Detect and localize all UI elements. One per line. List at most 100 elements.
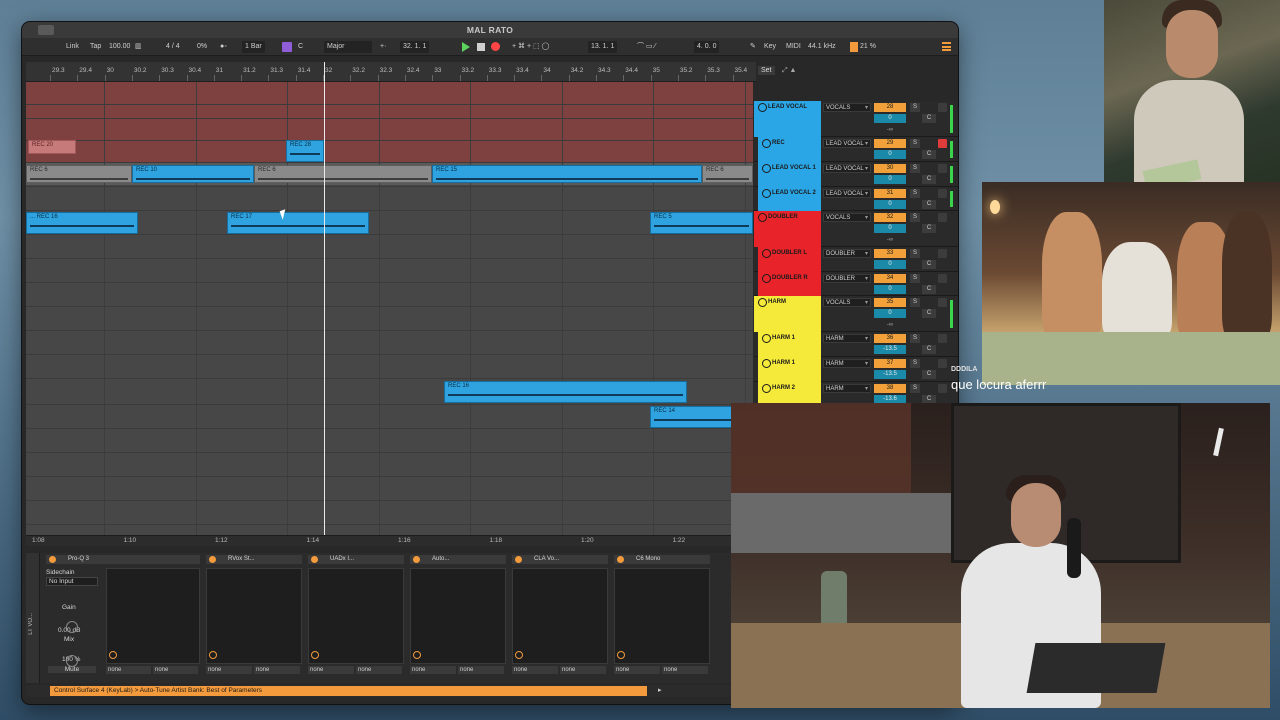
mixer-track-row[interactable]: HARM 1HARM36 -13.5 SC bbox=[754, 332, 958, 357]
track-number[interactable]: 33 bbox=[874, 249, 906, 258]
sidechain-select[interactable]: none bbox=[560, 666, 606, 674]
pan-center-button[interactable]: C bbox=[922, 260, 936, 269]
draw-mode-icon[interactable]: ✎ bbox=[750, 41, 756, 53]
record-icon[interactable] bbox=[491, 42, 500, 51]
track-volume[interactable]: 0 bbox=[874, 309, 906, 318]
device-panel[interactable] bbox=[308, 568, 404, 664]
key-root-select[interactable]: C bbox=[298, 41, 303, 53]
mute-button[interactable]: Mute bbox=[48, 666, 96, 673]
record-arm-button[interactable] bbox=[938, 213, 947, 222]
clip-rec-16[interactable]: ... REC 16 bbox=[26, 212, 138, 234]
clip-rec-6[interactable]: REC 6 bbox=[26, 165, 132, 183]
track-name[interactable]: HARM bbox=[754, 296, 821, 332]
device-header[interactable]: CLA Vo... bbox=[512, 555, 608, 564]
playhead[interactable] bbox=[324, 62, 325, 538]
track-volume[interactable]: 0 bbox=[874, 285, 906, 294]
track-volume[interactable]: 0 bbox=[874, 224, 906, 233]
track-output-routing[interactable]: HARM bbox=[823, 359, 871, 369]
track-number[interactable]: 28 bbox=[874, 103, 906, 112]
solo-button[interactable]: S bbox=[910, 334, 920, 343]
scale-icon[interactable] bbox=[282, 42, 292, 52]
sidechain-input-select[interactable]: No Input bbox=[46, 577, 98, 586]
gain-knob-icon[interactable] bbox=[66, 621, 78, 633]
track-volume[interactable]: 0 bbox=[874, 150, 906, 159]
macro-knob-icon[interactable] bbox=[617, 651, 625, 659]
mixer-track-row[interactable]: LEAD VOCAL 1LEAD VOCAL30 0SC bbox=[754, 162, 958, 187]
solo-button[interactable]: S bbox=[910, 298, 920, 307]
track-volume[interactable]: -13.5 bbox=[874, 370, 906, 379]
mixer-track-row[interactable]: DOUBLER RDOUBLER34 0SC bbox=[754, 272, 958, 296]
tempo-field[interactable]: 100.00 bbox=[109, 41, 130, 53]
sidechain-select[interactable]: none bbox=[410, 666, 456, 674]
track-name[interactable]: REC bbox=[758, 137, 821, 162]
device-panel[interactable] bbox=[106, 568, 200, 664]
mixer-track-row[interactable]: RECLEAD VOCAL29 0SC bbox=[754, 137, 958, 162]
device-panel[interactable] bbox=[512, 568, 608, 664]
record-arm-button[interactable] bbox=[938, 249, 947, 258]
solo-button[interactable]: S bbox=[910, 189, 920, 198]
clip-rec-20[interactable]: REC 20 bbox=[28, 140, 76, 154]
track-name[interactable]: HARM 2 bbox=[758, 382, 821, 405]
track-name[interactable]: HARM 1 bbox=[758, 357, 821, 382]
link-button[interactable]: Link bbox=[66, 41, 79, 53]
arrangement-view[interactable]: REC 20 REC 28 REC 6 REC 10 REC 6 REC 15 … bbox=[26, 82, 753, 535]
record-arm-button[interactable] bbox=[938, 274, 947, 283]
bar-ruler[interactable]: 29.3 29.4 30 30.2 30.3 30.4 31 31.2 31.3 31.4 32 32… bbox=[26, 62, 756, 82]
track-number[interactable]: 35 bbox=[874, 298, 906, 307]
mixer-track-row[interactable]: HARM 1HARM37 -13.5 SC bbox=[754, 357, 958, 382]
mix-knob-icon[interactable] bbox=[66, 655, 78, 667]
clip-rec-15[interactable]: REC 15 bbox=[432, 165, 702, 183]
loop-start-field[interactable]: 13. 1. 1 bbox=[588, 41, 618, 53]
track-number[interactable]: 37 bbox=[874, 359, 906, 368]
overdub-icon[interactable]: + ⌘ + ⬚ ◯ bbox=[512, 41, 549, 53]
mixer-track-row[interactable]: LEAD VOCALVOCALS28 0SC -∞ bbox=[754, 101, 958, 137]
key-map-button[interactable]: Key bbox=[764, 41, 776, 53]
position-field[interactable]: 32. 1. 1 bbox=[400, 41, 430, 53]
pan-center-button[interactable]: C bbox=[922, 200, 936, 209]
device-power-icon[interactable] bbox=[515, 556, 522, 563]
device-power-icon[interactable] bbox=[617, 556, 624, 563]
record-arm-button[interactable] bbox=[938, 334, 947, 343]
track-number[interactable]: 34 bbox=[874, 274, 906, 283]
device-header[interactable]: RVox St... bbox=[206, 555, 302, 564]
track-output-routing[interactable]: DOUBLER bbox=[823, 249, 871, 259]
time-ruler[interactable]: 1:08 1:10 1:12 1:14 1:16 1:18 1:20 1:22 bbox=[26, 535, 753, 546]
record-arm-button[interactable] bbox=[938, 189, 947, 198]
track-volume[interactable]: -13.5 bbox=[874, 345, 906, 354]
macro-knob-icon[interactable] bbox=[413, 651, 421, 659]
follow-icon[interactable]: ●◦ bbox=[220, 41, 227, 53]
solo-button[interactable]: S bbox=[910, 164, 920, 173]
track-volume[interactable]: 0 bbox=[874, 175, 906, 184]
device-panel[interactable] bbox=[614, 568, 710, 664]
record-arm-button[interactable] bbox=[938, 298, 947, 307]
macro-knob-icon[interactable] bbox=[109, 651, 117, 659]
clip-rec-5[interactable]: REC 5 bbox=[650, 212, 753, 234]
mixer-track-row[interactable]: HARM 2HARM38-13.6SC bbox=[754, 382, 958, 405]
track-output-routing[interactable]: DOUBLER bbox=[823, 274, 871, 284]
status-arrow-icon[interactable]: ▸ bbox=[658, 686, 662, 694]
sidechain-select[interactable]: none bbox=[512, 666, 558, 674]
record-arm-button[interactable] bbox=[938, 384, 947, 393]
track-number[interactable]: 38 bbox=[874, 384, 906, 393]
device-header[interactable]: Pro-Q 3 bbox=[46, 555, 200, 564]
solo-button[interactable]: S bbox=[910, 213, 920, 222]
clip-rec-6-c[interactable]: REC 6 bbox=[702, 165, 753, 183]
track-output-routing[interactable]: VOCALS bbox=[823, 298, 871, 308]
clip-rec-17[interactable]: REC 17 bbox=[227, 212, 369, 234]
pan-center-button[interactable]: C bbox=[922, 345, 936, 354]
sidechain-select[interactable]: none bbox=[614, 666, 660, 674]
device-panel[interactable] bbox=[206, 568, 302, 664]
sidechain-select[interactable]: none bbox=[254, 666, 300, 674]
solo-button[interactable]: S bbox=[910, 274, 920, 283]
solo-button[interactable]: S bbox=[910, 249, 920, 258]
sidechain-select[interactable]: none bbox=[458, 666, 504, 674]
quantize-select[interactable]: 1 Bar bbox=[242, 41, 265, 53]
device-header[interactable]: Auto... bbox=[410, 555, 506, 564]
track-name[interactable]: DOUBLER R bbox=[758, 272, 821, 296]
play-icon[interactable] bbox=[462, 42, 470, 52]
set-button[interactable]: Set bbox=[758, 66, 775, 75]
sidechain-select[interactable]: none bbox=[356, 666, 402, 674]
track-volume[interactable]: 0 bbox=[874, 200, 906, 209]
track-name[interactable]: HARM 1 bbox=[758, 332, 821, 357]
track-output-routing[interactable]: VOCALS bbox=[823, 103, 871, 113]
